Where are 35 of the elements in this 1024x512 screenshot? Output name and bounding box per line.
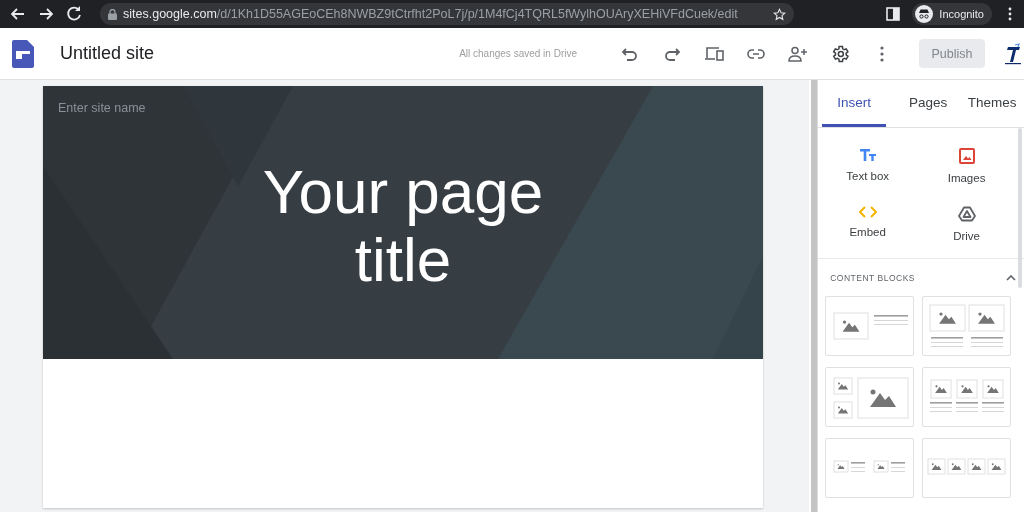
section-heading: CONTENT BLOCKS xyxy=(830,273,916,283)
site-name-field[interactable]: Enter site name xyxy=(58,101,146,115)
insert-option[interactable]: Text box xyxy=(818,142,918,190)
address-bar[interactable]: sites.google.com/d/1Kh1D55AGEoCEh8NWBZ9tCtrfht2PoL7j/p/1M4fCj4TQRL5fWylhOUAryXEHiVFdCuek/edit xyxy=(100,3,795,25)
avatar-icon[interactable] xyxy=(1002,42,1024,65)
panel-tab[interactable]: Themes xyxy=(960,80,1024,127)
layout-thumbnail[interactable] xyxy=(922,438,1012,498)
url-text: sites.google.com/d/1Kh1D55AGEoCEh8NWBZ9tCtrfht2PoL7j/p/1M4fCj4TQRL5fWylhOUAryXEHiVFdCuek/edit xyxy=(123,7,739,21)
insert-option[interactable]: Embed xyxy=(818,200,918,248)
save-status: All changes saved in Drive xyxy=(459,48,577,59)
layout-thumbnail[interactable] xyxy=(825,438,915,498)
layout-thumbnail[interactable] xyxy=(825,296,915,356)
side-panel-icon[interactable] xyxy=(886,7,901,21)
layout-thumbnail[interactable] xyxy=(922,296,1012,356)
scrollbar[interactable] xyxy=(811,80,818,512)
code-icon xyxy=(858,206,877,218)
layout-thumbnail[interactable] xyxy=(922,367,1012,427)
lock-icon xyxy=(108,8,117,20)
collapse-caret-icon[interactable] xyxy=(1006,275,1016,281)
insert-option[interactable]: Drive xyxy=(917,200,1016,248)
sites-logo-icon[interactable] xyxy=(12,39,34,68)
site-title[interactable]: Untitled site xyxy=(60,43,155,64)
page-title[interactable]: Your page title xyxy=(233,157,573,294)
layout-thumbnail[interactable] xyxy=(825,367,915,427)
text-format-icon xyxy=(858,148,877,162)
profile-label: Incognito xyxy=(939,8,984,20)
panel-scrollbar[interactable] xyxy=(1018,128,1022,288)
incognito-badge[interactable]: Incognito xyxy=(912,3,992,25)
insert-option[interactable]: Images xyxy=(917,142,1016,190)
panel-tab[interactable]: Pages xyxy=(896,80,961,127)
star-icon[interactable] xyxy=(773,7,787,21)
incognito-icon xyxy=(915,5,934,23)
image-icon xyxy=(958,148,975,164)
drive-icon xyxy=(957,206,976,222)
panel-tab[interactable]: Insert xyxy=(822,80,887,127)
